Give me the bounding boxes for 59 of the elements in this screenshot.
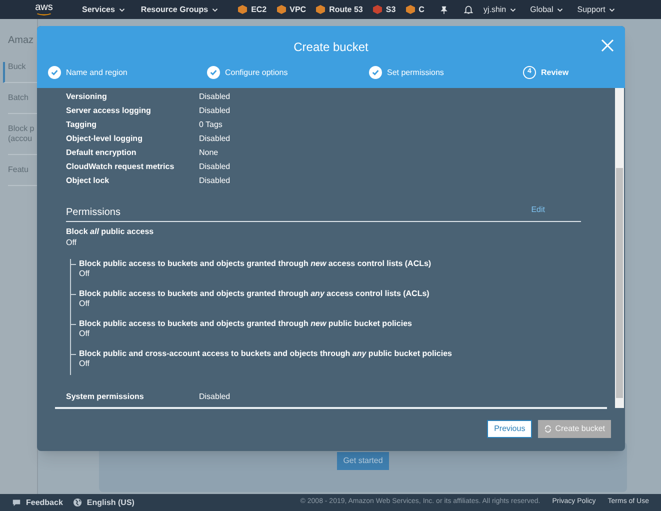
step-label: Set permissions bbox=[387, 66, 444, 78]
service-shortcut[interactable]: Route 53 bbox=[316, 4, 363, 16]
nav-menu[interactable]: Resource Groups bbox=[140, 4, 218, 16]
property-value: None bbox=[199, 147, 220, 159]
nav-menu[interactable]: Support bbox=[577, 4, 616, 16]
caret-icon bbox=[557, 8, 564, 12]
bell-icon[interactable] bbox=[464, 5, 474, 14]
service-shortcut[interactable]: C bbox=[406, 4, 424, 16]
permission-value: Off bbox=[79, 269, 91, 279]
permission-value: Off bbox=[79, 329, 91, 339]
caret-icon bbox=[118, 8, 125, 12]
permission-value: Off bbox=[79, 359, 91, 369]
property-label: Versioning bbox=[66, 91, 108, 103]
property-value: Disabled bbox=[199, 91, 232, 103]
close-icon[interactable] bbox=[601, 39, 614, 52]
caret-icon bbox=[510, 8, 516, 12]
dialog-title: Create bucket bbox=[294, 39, 368, 56]
property-value: Disabled bbox=[199, 133, 232, 145]
permission-value: Off bbox=[66, 237, 78, 248]
property-value: 0 Tags bbox=[199, 119, 224, 131]
section-heading: Permissions bbox=[66, 206, 120, 220]
permission-value: Off bbox=[79, 299, 91, 309]
permission-label: Block public access to buckets and objects granted through any access control lists (ACLs) bbox=[79, 289, 430, 299]
step-label: Review bbox=[541, 66, 569, 78]
refresh-icon bbox=[544, 425, 552, 433]
speech-bubble-icon bbox=[12, 498, 21, 507]
previous-button[interactable]: Previous bbox=[487, 420, 532, 438]
permission-label: Block public access to buckets and objects granted through new access control lists (ACLs) bbox=[79, 259, 432, 269]
property-label: Tagging bbox=[66, 119, 98, 131]
permission-label: Block all public access bbox=[66, 226, 155, 237]
property-value: Disabled bbox=[199, 175, 232, 187]
pin-icon[interactable] bbox=[440, 6, 448, 14]
property-value: Disabled bbox=[199, 391, 232, 403]
property-value: Disabled bbox=[199, 161, 232, 173]
caret-icon bbox=[212, 8, 218, 12]
sidebar-title: Amaz bbox=[8, 34, 35, 48]
caret-icon bbox=[609, 8, 616, 12]
nav-menu[interactable]: Services bbox=[82, 4, 125, 16]
step-label: Name and region bbox=[66, 66, 128, 78]
property-label: Object lock bbox=[66, 175, 110, 187]
property-label: CloudWatch request metrics bbox=[66, 161, 176, 173]
property-label: Default encryption bbox=[66, 147, 138, 159]
service-shortcut[interactable]: EC2 bbox=[238, 4, 267, 16]
nav-menu[interactable]: yj.shin bbox=[483, 4, 516, 16]
service-shortcut[interactable]: VPC bbox=[276, 4, 306, 16]
property-label: Server access logging bbox=[66, 105, 152, 117]
globe-icon bbox=[72, 498, 82, 507]
step-label: Configure options bbox=[225, 66, 288, 78]
service-shortcut[interactable]: S3 bbox=[372, 4, 396, 16]
permission-label: Block public and cross-account access to buckets and objects through any public bucket policies bbox=[79, 349, 453, 359]
nav-menu[interactable]: Global bbox=[530, 4, 564, 16]
scrollbar[interactable] bbox=[615, 88, 624, 408]
property-label: Object-level logging bbox=[66, 133, 144, 145]
aws-logo[interactable]: aws bbox=[30, 3, 58, 16]
permission-label: Block public access to buckets and objects granted through new public bucket policies bbox=[79, 319, 413, 329]
language-selector[interactable]: English (US) bbox=[72, 496, 134, 508]
property-label: System permissions bbox=[66, 391, 145, 403]
feedback-button[interactable]: Feedback bbox=[12, 496, 63, 508]
property-value: Disabled bbox=[199, 105, 232, 117]
